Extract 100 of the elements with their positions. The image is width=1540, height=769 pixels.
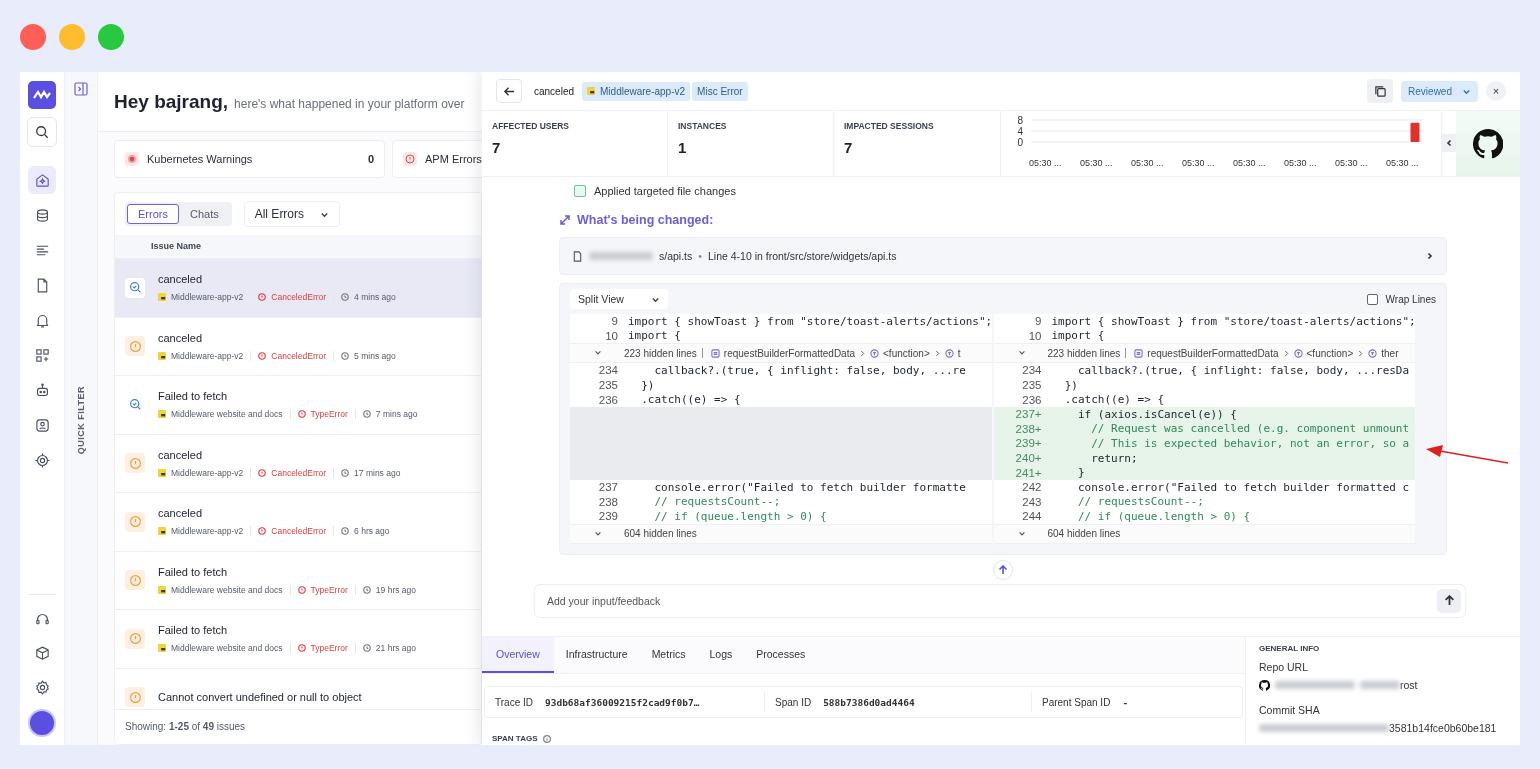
summary-card[interactable]: Kubernetes Warnings 0 <box>114 140 385 178</box>
user-card-icon <box>33 416 51 434</box>
code-line: 243 // requestsCount--; <box>1021 494 1205 510</box>
tab[interactable]: Overview <box>482 637 554 673</box>
error-icon <box>258 293 267 302</box>
breadcrumb[interactable]: requestBuilderFormattedData <box>723 347 856 359</box>
issue-row[interactable]: canceled Middleware-app-v2 CanceledError 5 mins ago <box>115 317 481 376</box>
error-filter-dropdown[interactable]: All Errors <box>243 201 340 227</box>
cube-icon <box>33 644 51 662</box>
file-type-icon <box>158 527 166 536</box>
clock-icon <box>362 410 371 419</box>
tab[interactable]: Processes <box>744 637 818 673</box>
search-button[interactable] <box>27 117 57 147</box>
chevron-right-icon <box>1283 349 1289 357</box>
issue-row[interactable]: Failed to fetch Middleware website and docs TypeError 21 hrs ago <box>115 610 481 669</box>
breadcrumb[interactable]: t <box>957 347 961 359</box>
send-button[interactable] <box>1437 588 1461 613</box>
breadcrumb[interactable]: ther <box>1381 347 1399 359</box>
arrow-up-icon <box>998 564 1008 575</box>
error-type: CanceledError <box>271 292 327 303</box>
function-icon <box>1368 348 1378 358</box>
error-type: TypeError <box>310 584 348 595</box>
code-line: 235 }) <box>597 377 656 393</box>
tab[interactable]: Chats <box>178 204 230 224</box>
status-dropdown[interactable]: Reviewed <box>1401 80 1478 102</box>
variable-icon <box>710 348 720 358</box>
close-window-button[interactable] <box>20 24 46 50</box>
breadcrumb[interactable]: <function> <box>883 347 930 359</box>
summary-card[interactable]: APM Errors <box>392 140 482 178</box>
commit-sha-label: Commit SHA <box>1259 704 1321 716</box>
bar[interactable] <box>1410 122 1420 142</box>
hidden-lines-bar[interactable]: 223 hidden lines requestBuilderFormattedData <function> ther <box>993 343 1415 364</box>
chip-icon <box>33 451 51 469</box>
issue-row[interactable]: Cannot convert undefined or null to object <box>115 668 481 709</box>
separator-dot: • <box>698 250 702 262</box>
error-type: CanceledError <box>271 467 327 478</box>
breadcrumb[interactable]: <function> <box>1306 347 1354 359</box>
hidden-lines-bar[interactable]: 604 hidden lines <box>993 523 1415 544</box>
wrap-lines-checkbox[interactable]: Wrap Lines <box>1366 293 1436 305</box>
chevron-right-icon <box>1426 252 1434 260</box>
code-line: 9 import { showToast } from "store/toast-alerts/actions"; <box>1034 314 1415 329</box>
error-icon <box>297 585 306 594</box>
id-value: 93db68af36009215f2cad9f0b7… <box>544 696 700 708</box>
alert-icon <box>128 573 142 587</box>
file-type-icon <box>158 410 166 419</box>
widgets-icon <box>33 346 51 364</box>
github-icon <box>1259 679 1270 691</box>
issue-row[interactable]: canceled Middleware-app-v2 CanceledError 17 mins ago <box>115 434 481 493</box>
collapse-button[interactable] <box>1442 134 1456 152</box>
file-header[interactable]: s/api.ts • Line 4-10 in front/src/store/widgets/api.ts <box>559 237 1447 275</box>
x-tick-label: 05:30 ... <box>1284 158 1318 168</box>
tab[interactable]: Errors <box>127 204 179 224</box>
info-icon <box>543 734 552 743</box>
issue-row[interactable]: canceled Middleware-app-v2 CanceledError 4 mins ago <box>115 259 481 318</box>
breadcrumb[interactable]: requestBuilderFormattedData <box>1147 347 1279 359</box>
column-header: Issue Name <box>115 235 481 259</box>
search-icon <box>35 125 49 139</box>
card-count: 0 <box>367 153 374 165</box>
stat-value: 1 <box>678 139 688 156</box>
y-tick-label: 0 <box>1017 136 1023 148</box>
feedback-input[interactable]: Add your input/feedback <box>534 583 1466 618</box>
app-name: Middleware website and docs <box>171 409 283 420</box>
pagination-summary: Showing: 1-25 of 49 issues <box>115 709 481 744</box>
file-type-icon <box>158 585 166 594</box>
avatar[interactable] <box>28 709 56 737</box>
view-mode-dropdown[interactable]: Split View <box>570 289 668 309</box>
scroll-up-button[interactable] <box>993 559 1013 580</box>
clock-icon <box>341 351 350 360</box>
chevron-icon <box>1017 529 1026 538</box>
file-location: Line 4-10 in front/src/store/widgets/api.ts <box>707 250 897 262</box>
repo-url-value: rost <box>1400 679 1418 691</box>
issue-title: canceled <box>158 331 204 344</box>
hidden-lines-bar[interactable]: 604 hidden lines <box>570 523 992 544</box>
issue-title: Failed to fetch <box>158 565 229 578</box>
function-icon <box>870 348 880 358</box>
panel-toggle-icon[interactable] <box>74 82 88 96</box>
copy-button[interactable] <box>1367 79 1394 103</box>
app-name: Middleware-app-v2 <box>171 467 244 478</box>
issue-time: 5 mins ago <box>354 350 396 361</box>
code-line: 234 callback?.(true, { inflight: false, body, ...re <box>597 363 967 378</box>
alert-icon <box>128 339 142 353</box>
function-icon <box>944 348 954 358</box>
code-line: 10 import { <box>1027 328 1106 344</box>
tab[interactable]: Metrics <box>639 637 698 673</box>
stat-value: 7 <box>844 139 854 156</box>
quick-filter-label[interactable]: QUICK FILTER <box>76 386 86 455</box>
logo-icon[interactable] <box>28 81 56 109</box>
x-tick-label: 05:30 ... <box>1029 158 1063 168</box>
code-line: 244 // if (queue.length > 0) { <box>1021 509 1252 524</box>
back-button[interactable] <box>496 79 522 103</box>
issue-row[interactable]: Failed to fetch Middleware website and docs TypeError 19 hrs ago <box>115 551 481 610</box>
hidden-lines-bar[interactable]: 223 hidden lines requestBuilderFormattedData <function> t <box>570 343 992 364</box>
issue-title: Cannot convert undefined or null to object <box>158 691 362 704</box>
nav-item[interactable] <box>28 166 56 194</box>
close-button[interactable]: × <box>1486 81 1506 101</box>
tab[interactable]: Logs <box>697 637 745 673</box>
tab[interactable]: Infrastructure <box>553 637 640 673</box>
issue-row[interactable]: Failed to fetch Middleware website and docs TypeError 7 mins ago <box>115 376 481 435</box>
issue-title: Failed to fetch <box>158 624 229 637</box>
issue-row[interactable]: canceled Middleware-app-v2 CanceledError 6 hrs ago <box>115 493 481 552</box>
